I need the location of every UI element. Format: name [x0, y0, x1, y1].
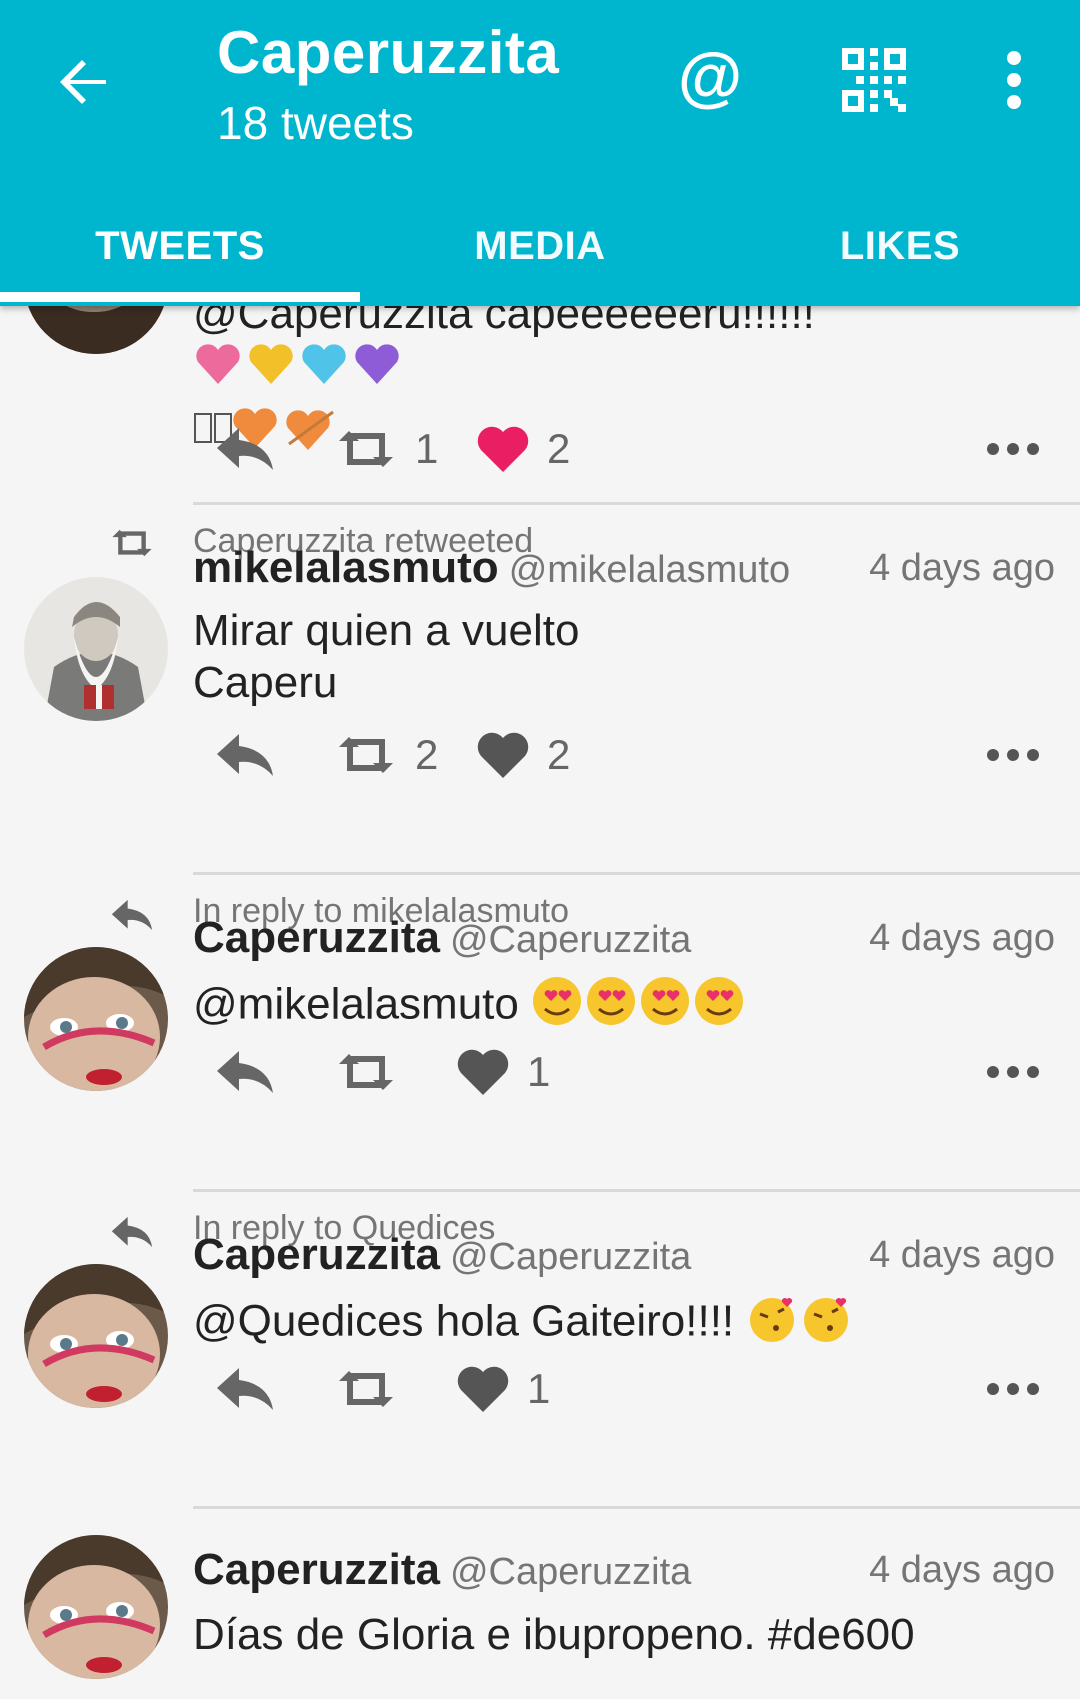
- like-count: 2: [547, 731, 571, 778]
- back-arrow-icon: [60, 60, 106, 104]
- page-title: Caperuzzita: [217, 19, 560, 86]
- like-count: 1: [527, 1365, 551, 1412]
- reply-icon: [111, 899, 153, 931]
- author-name[interactable]: Caperuzzita @Caperuzzita: [193, 913, 691, 963]
- retweet-button[interactable]: [333, 1037, 399, 1107]
- tweet-text: @Quedices hola Gaiteiro!!!!: [193, 1292, 1033, 1356]
- reply-button[interactable]: [213, 414, 277, 484]
- retweet-button[interactable]: 2: [333, 720, 438, 790]
- retweet-count: 1: [415, 425, 439, 472]
- retweet-count: 2: [415, 731, 439, 778]
- avatar[interactable]: [24, 947, 168, 1091]
- mention-button[interactable]: @: [672, 38, 748, 114]
- tab-media[interactable]: MEDIA: [360, 186, 720, 306]
- tab-likes[interactable]: LIKES: [720, 186, 1080, 306]
- tweet-item[interactable]: In reply to Quedices Caperuzzita @Caperuz…: [0, 1192, 1080, 1509]
- qr-code-button[interactable]: [840, 46, 908, 114]
- more-options-menu-button[interactable]: [994, 46, 1034, 114]
- like-button[interactable]: 2: [475, 414, 570, 484]
- heart-icon: [457, 1366, 509, 1412]
- retweet-button[interactable]: 1: [333, 414, 438, 484]
- tweet-count: 18 tweets: [217, 97, 414, 149]
- retweet-icon: [339, 431, 393, 467]
- heart-icon: [457, 1049, 509, 1095]
- tab-indicator: [0, 292, 360, 302]
- avatar[interactable]: [24, 577, 168, 721]
- tweet-actions: 1: [193, 1037, 1053, 1107]
- display-name: Caperuzzita: [193, 1545, 440, 1594]
- timestamp: 4 days ago: [869, 917, 1055, 959]
- author-name[interactable]: Caperuzzita @Caperuzzita: [193, 1230, 691, 1280]
- reply-icon: [217, 1051, 273, 1093]
- like-count: 1: [527, 1048, 551, 1095]
- tweet-item[interactable]: In reply to mikelalasmuto Caperuzzita @Ca…: [0, 875, 1080, 1192]
- reply-icon: [217, 1368, 273, 1410]
- timestamp: 4 days ago: [869, 1234, 1055, 1276]
- retweet-icon: [112, 529, 152, 557]
- avatar[interactable]: [24, 1535, 168, 1679]
- like-button[interactable]: 1: [455, 1037, 550, 1107]
- avatar[interactable]: [24, 1264, 168, 1408]
- reply-icon: [111, 1216, 153, 1248]
- author-name[interactable]: Caperuzzita @Caperuzzita: [193, 1545, 691, 1595]
- tweet-item[interactable]: Caperuzzita @Caperuzzita 4 days ago Días …: [0, 1509, 1080, 1699]
- tweet-text-line: @Quedices hola Gaiteiro!!!!: [193, 1296, 735, 1346]
- reply-button[interactable]: [213, 1037, 277, 1107]
- like-button[interactable]: 1: [455, 1354, 550, 1424]
- retweet-icon: [339, 737, 393, 773]
- more-horiz-icon: [987, 443, 1039, 455]
- tab-tweets[interactable]: TWEETS: [0, 186, 360, 306]
- reply-button[interactable]: [213, 720, 277, 790]
- tweet-actions: 2 2: [193, 720, 1053, 790]
- display-name: mikelalasmuto: [193, 543, 499, 592]
- user-handle: @Caperuzzita: [449, 1551, 692, 1593]
- tweet-text: @mikelalasmuto: [193, 975, 1033, 1039]
- colored-hearts-emoji: [193, 340, 403, 402]
- heart-icon: [477, 732, 529, 778]
- tweet-text-line: Mirar quien a vuelto: [193, 606, 580, 655]
- more-options-button[interactable]: [973, 1037, 1053, 1107]
- heart-icon: [477, 426, 529, 472]
- more-horiz-icon: [987, 1066, 1039, 1078]
- user-handle: @Caperuzzita: [449, 919, 692, 961]
- more-options-button[interactable]: [973, 720, 1053, 790]
- user-handle: @Caperuzzita: [449, 1236, 692, 1278]
- qr-code-icon: [842, 48, 906, 112]
- retweet-icon: [339, 1371, 393, 1407]
- reply-icon: [217, 428, 273, 470]
- tweet-text-line: Días de Gloria e ibupropeno. #de600: [193, 1610, 915, 1659]
- tweet-text-line: @mikelalasmuto: [193, 979, 519, 1029]
- like-count: 2: [547, 425, 571, 472]
- reply-icon: [217, 734, 273, 776]
- app-bar: Caperuzzita 18 tweets @ TWEETS MEDIA LIK…: [0, 0, 1080, 306]
- heart-eyes-emoji: [531, 975, 751, 1039]
- tweet-actions: 1: [193, 1354, 1053, 1424]
- more-horiz-icon: [987, 1383, 1039, 1395]
- tweet-text: Mirar quien a vuelto Caperu: [193, 605, 1033, 709]
- more-options-button[interactable]: [973, 1354, 1053, 1424]
- more-vert-icon: [1007, 51, 1021, 109]
- timestamp: 4 days ago: [869, 1549, 1055, 1591]
- retweet-icon: [339, 1054, 393, 1090]
- like-button[interactable]: 2: [475, 720, 570, 790]
- author-name[interactable]: mikelalasmuto @mikelalasmuto: [193, 543, 790, 593]
- tweet-text-line: Caperu: [193, 658, 338, 707]
- reply-button[interactable]: [213, 1354, 277, 1424]
- retweet-button[interactable]: [333, 1354, 399, 1424]
- more-options-button[interactable]: [973, 414, 1053, 484]
- more-horiz-icon: [987, 749, 1039, 761]
- tweet-text: Días de Gloria e ibupropeno. #de600: [193, 1609, 1033, 1661]
- user-handle: @mikelalasmuto: [508, 549, 791, 591]
- tweet-item[interactable]: Caperuzzita retweeted mikelalasmuto @mike…: [0, 505, 1080, 873]
- display-name: Caperuzzita: [193, 1230, 440, 1279]
- kissing-heart-emoji: [746, 1292, 856, 1356]
- timestamp: 4 days ago: [869, 547, 1055, 589]
- display-name: Caperuzzita: [193, 913, 440, 962]
- back-button[interactable]: [52, 50, 116, 114]
- tweet-actions: 1 2: [193, 414, 1053, 484]
- at-icon: @: [677, 39, 743, 113]
- profile-tabs: TWEETS MEDIA LIKES: [0, 186, 1080, 306]
